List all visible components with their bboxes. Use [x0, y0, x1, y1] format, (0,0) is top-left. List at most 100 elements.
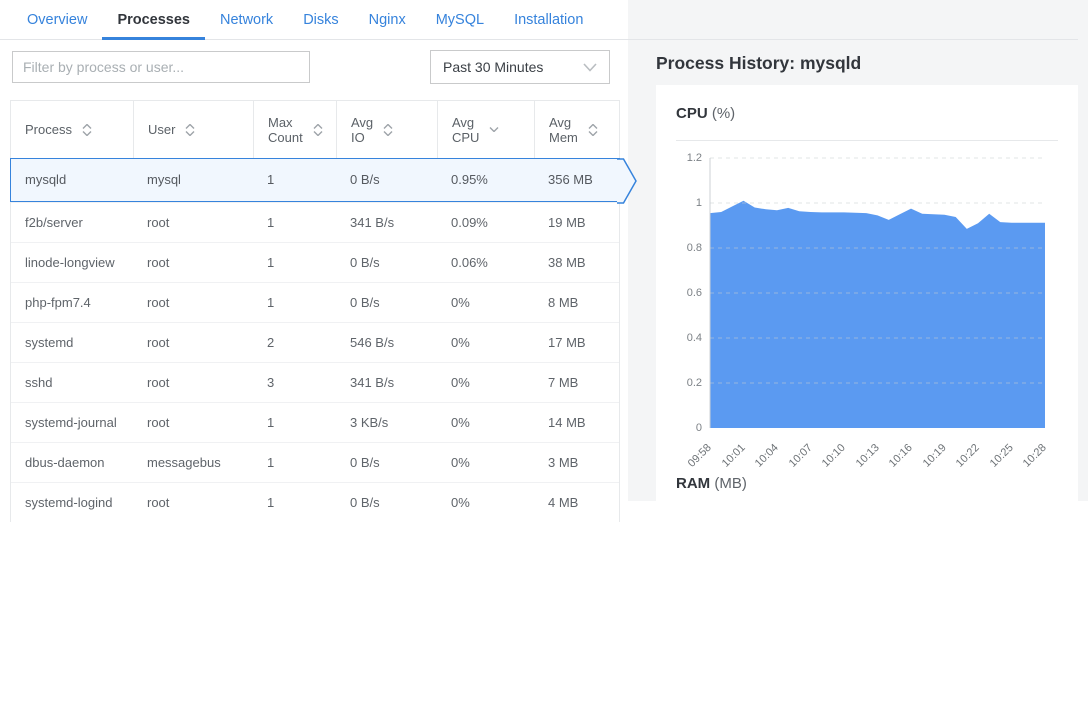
cell-avg_mem: 17 MB [534, 323, 621, 362]
y-axis-tick-label: 1 [676, 197, 702, 209]
tab-nginx[interactable]: Nginx [354, 0, 421, 39]
cell-max_count: 1 [253, 283, 336, 322]
cell-max_count: 1 [253, 159, 336, 201]
sort-ascending-icon[interactable] [383, 124, 393, 129]
cell-process: dbus-daemon [11, 443, 133, 482]
cell-avg_io: 341 B/s [336, 203, 437, 242]
cell-avg_io: 0 B/s [336, 283, 437, 322]
process-history-pane: Process History: mysqld CPU (%) 00.20.40… [628, 0, 1088, 501]
sort-descending-icon[interactable] [383, 131, 393, 136]
cell-max_count: 1 [253, 403, 336, 442]
sort-icon-descending[interactable] [489, 127, 499, 132]
cell-avg_cpu: 0% [437, 403, 534, 442]
cell-user: root [133, 243, 253, 282]
table-row-systemd-logind[interactable]: systemd-logindroot10 B/s0%4 MB [11, 482, 619, 522]
table-row-systemd[interactable]: systemdroot2546 B/s0%17 MB [11, 322, 619, 362]
panel-title: Process History: mysqld [628, 40, 1088, 85]
pane-top-divider [628, 0, 1078, 40]
column-header-process[interactable]: Process [11, 101, 133, 158]
column-header-user[interactable]: User [133, 101, 253, 158]
chevron-down-icon [583, 63, 597, 72]
cell-avg_io: 546 B/s [336, 323, 437, 362]
tab-installation[interactable]: Installation [499, 0, 598, 39]
sort-descending-icon[interactable] [489, 127, 499, 132]
time-range-select[interactable]: Past 30 Minutes [430, 50, 610, 84]
table-row-sshd[interactable]: sshdroot3341 B/s0%7 MB [11, 362, 619, 402]
table-body: mysqldmysql10 B/s0.95%356 MBf2b/serverro… [11, 158, 619, 522]
sort-ascending-icon[interactable] [313, 124, 323, 129]
y-axis-tick-label: 1.2 [676, 152, 702, 164]
cell-avg_cpu: 0% [437, 283, 534, 322]
tab-processes[interactable]: Processes [102, 0, 205, 39]
cell-avg_mem: 7 MB [534, 363, 621, 402]
cell-process: php-fpm7.4 [11, 283, 133, 322]
cell-user: root [133, 323, 253, 362]
cell-avg_io: 341 B/s [336, 363, 437, 402]
cell-process: systemd-journal [11, 403, 133, 442]
column-header-avg_io[interactable]: Avg IO [336, 101, 437, 158]
y-axis-tick-label: 0.4 [676, 332, 702, 344]
sort-descending-icon[interactable] [588, 131, 598, 136]
sort-descending-icon[interactable] [313, 131, 323, 136]
cell-avg_mem: 38 MB [534, 243, 621, 282]
y-axis-tick-label: 0.2 [676, 377, 702, 389]
table-row-linode-longview[interactable]: linode-longviewroot10 B/s0.06%38 MB [11, 242, 619, 282]
cell-avg_cpu: 0.09% [437, 203, 534, 242]
sort-descending-icon[interactable] [185, 131, 195, 136]
cell-avg_cpu: 0% [437, 323, 534, 362]
sort-icon-both[interactable] [313, 124, 323, 136]
cpu-area-plot [676, 147, 1058, 449]
ram-chart-title-text: RAM [676, 475, 710, 492]
column-header-label: Avg IO [351, 115, 373, 145]
cell-process: f2b/server [11, 203, 133, 242]
tab-bar: OverviewProcessesNetworkDisksNginxMySQLI… [0, 0, 628, 40]
y-axis-tick-label: 0.8 [676, 242, 702, 254]
process-history-card: CPU (%) 00.20.40.60.811.209:5810:0110:04… [656, 85, 1078, 705]
table-row-dbus-daemon[interactable]: dbus-daemonmessagebus10 B/s0%3 MB [11, 442, 619, 482]
sort-icon-both[interactable] [82, 124, 92, 136]
filter-input[interactable] [12, 51, 310, 83]
cell-avg_mem: 3 MB [534, 443, 621, 482]
cell-user: mysql [133, 159, 253, 201]
cell-user: messagebus [133, 443, 253, 482]
table-row-systemd-journal[interactable]: systemd-journalroot13 KB/s0%14 MB [11, 402, 619, 442]
cell-avg_io: 0 B/s [336, 243, 437, 282]
column-header-label: User [148, 122, 175, 137]
cell-max_count: 2 [253, 323, 336, 362]
table-row-f2b/server[interactable]: f2b/serverroot1341 B/s0.09%19 MB [11, 202, 619, 242]
cell-user: root [133, 203, 253, 242]
cell-avg_cpu: 0.95% [437, 159, 534, 201]
tab-disks[interactable]: Disks [288, 0, 353, 39]
sort-icon-both[interactable] [383, 124, 393, 136]
table-row-mysqld[interactable]: mysqldmysql10 B/s0.95%356 MB [10, 158, 620, 202]
cell-user: root [133, 363, 253, 402]
cell-avg_mem: 4 MB [534, 483, 621, 522]
cpu-chart-title: CPU (%) [676, 105, 1058, 122]
cell-process: systemd [11, 323, 133, 362]
sort-icon-both[interactable] [185, 124, 195, 136]
table-row-php-fpm7.4[interactable]: php-fpm7.4root10 B/s0%8 MB [11, 282, 619, 322]
column-header-avg_cpu[interactable]: Avg CPU [437, 101, 534, 158]
sort-ascending-icon[interactable] [185, 124, 195, 129]
tab-network[interactable]: Network [205, 0, 288, 39]
toolbar: Past 30 Minutes [0, 40, 628, 100]
column-header-label: Max Count [268, 115, 303, 145]
sort-descending-icon[interactable] [82, 131, 92, 136]
cell-avg_mem: 19 MB [534, 203, 621, 242]
cell-max_count: 1 [253, 203, 336, 242]
ram-chart-unit: (MB) [714, 475, 747, 492]
ram-chart-title: RAM (MB) [676, 475, 1058, 492]
column-header-label: Avg Mem [549, 115, 578, 145]
sort-icon-both[interactable] [588, 124, 598, 136]
time-range-value: Past 30 Minutes [443, 59, 543, 75]
column-header-label: Process [25, 122, 72, 137]
sort-ascending-icon[interactable] [82, 124, 92, 129]
sort-ascending-icon[interactable] [588, 124, 598, 129]
column-header-avg_mem[interactable]: Avg Mem [534, 101, 621, 158]
column-header-max_count[interactable]: Max Count [253, 101, 336, 158]
cpu-chart-title-text: CPU [676, 105, 708, 122]
table-header: Process User Max Count Avg IO Avg CPU Avg Mem [11, 101, 619, 158]
tab-overview[interactable]: Overview [12, 0, 102, 39]
tab-mysql[interactable]: MySQL [421, 0, 499, 39]
cell-avg_mem: 14 MB [534, 403, 621, 442]
